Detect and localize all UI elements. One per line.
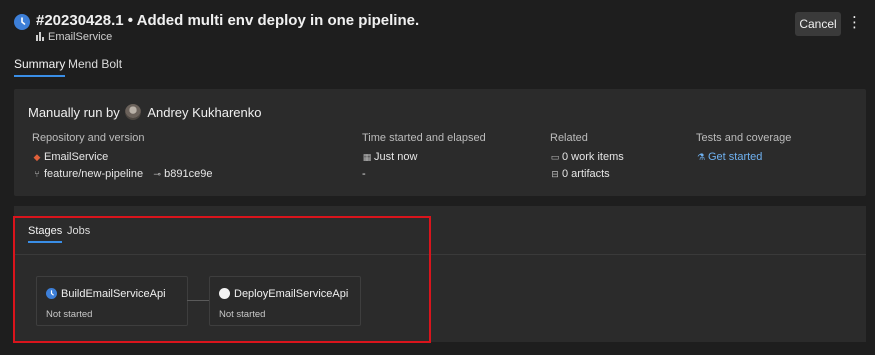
- commit-icon: ⊸: [153, 169, 161, 179]
- related-column: Related ▭ 0 work items ⊟ 0 artifacts: [550, 132, 624, 180]
- repository-column: Repository and version ◆ EmailService ⑂ fe…: [32, 132, 212, 180]
- artifact-icon: ⊟: [551, 169, 559, 179]
- clipboard-icon: ▭: [550, 152, 560, 162]
- branch-name[interactable]: feature/new-pipeline: [44, 168, 143, 180]
- clock-icon: [14, 14, 30, 30]
- time-column: Time started and elapsed ▦ Just now -: [362, 132, 486, 180]
- stage-status: Not started: [219, 309, 266, 320]
- repo-breadcrumb[interactable]: EmailService: [36, 31, 112, 43]
- run-by-label: Manually run by: [28, 105, 120, 120]
- calendar-icon: ▦: [362, 152, 372, 162]
- stage-card-build[interactable]: BuildEmailServiceApi Not started: [36, 276, 188, 326]
- time-started-value: Just now: [374, 151, 418, 163]
- tab-mend-bolt[interactable]: Mend Bolt: [68, 57, 122, 71]
- artifacts-link[interactable]: ⊟ 0 artifacts: [550, 168, 624, 180]
- summary-card: Manually run by Andrey Kukharenko Reposi…: [14, 89, 866, 196]
- commit-id[interactable]: b891ce9e: [164, 168, 212, 180]
- git-icon: ◆: [33, 152, 41, 162]
- cancel-button[interactable]: Cancel: [795, 12, 841, 36]
- repository-heading: Repository and version: [32, 132, 145, 144]
- running-clock-icon: [46, 288, 57, 299]
- related-heading: Related: [550, 132, 588, 144]
- stage-status: Not started: [46, 309, 93, 320]
- tests-heading: Tests and coverage: [696, 132, 792, 144]
- more-actions-button[interactable]: ⋮: [847, 12, 862, 36]
- panel-divider: [14, 254, 866, 255]
- repo-label: EmailService: [48, 31, 113, 43]
- tab-jobs[interactable]: Jobs: [67, 225, 90, 237]
- avatar: [125, 104, 142, 120]
- run-by: Manually run by Andrey Kukharenko: [28, 104, 262, 120]
- artifacts-value: 0 artifacts: [562, 168, 610, 180]
- branch-icon: ⑂: [34, 169, 40, 179]
- tests-column: Tests and coverage ⚗ Get started: [696, 132, 792, 163]
- stage-connector: [187, 300, 210, 301]
- repo-icon: [36, 32, 44, 41]
- time-elapsed: -: [362, 168, 366, 180]
- page-title: #20230428.1 • Added multi env deploy in …: [36, 12, 420, 29]
- get-started-link[interactable]: ⚗ Get started: [696, 151, 791, 163]
- time-heading: Time started and elapsed: [362, 132, 486, 144]
- repo-name: EmailService: [44, 151, 109, 163]
- time-started: ▦ Just now: [362, 151, 486, 163]
- tab-stages[interactable]: Stages: [28, 225, 63, 243]
- work-items-value: 0 work items: [562, 151, 624, 163]
- beaker-icon: ⚗: [696, 152, 706, 162]
- run-header: #20230428.1 • Added multi env deploy in …: [14, 12, 862, 52]
- branch-commit: ⑂ feature/new-pipeline ⊸ b891ce9e: [32, 168, 212, 180]
- stages-panel: Stages Jobs BuildEmailServiceApi Not sta…: [14, 206, 866, 342]
- work-items-link[interactable]: ▭ 0 work items: [550, 151, 624, 163]
- stage-name: DeployEmailServiceApi: [234, 288, 349, 300]
- repo-link[interactable]: ◆ EmailService: [32, 151, 212, 163]
- run-by-user[interactable]: Andrey Kukharenko: [147, 105, 261, 120]
- stage-name: BuildEmailServiceApi: [61, 288, 166, 300]
- pending-circle-icon: [219, 288, 230, 299]
- stage-card-deploy[interactable]: DeployEmailServiceApi Not started: [209, 276, 361, 326]
- get-started-label: Get started: [708, 151, 763, 163]
- tab-summary[interactable]: Summary: [14, 57, 66, 77]
